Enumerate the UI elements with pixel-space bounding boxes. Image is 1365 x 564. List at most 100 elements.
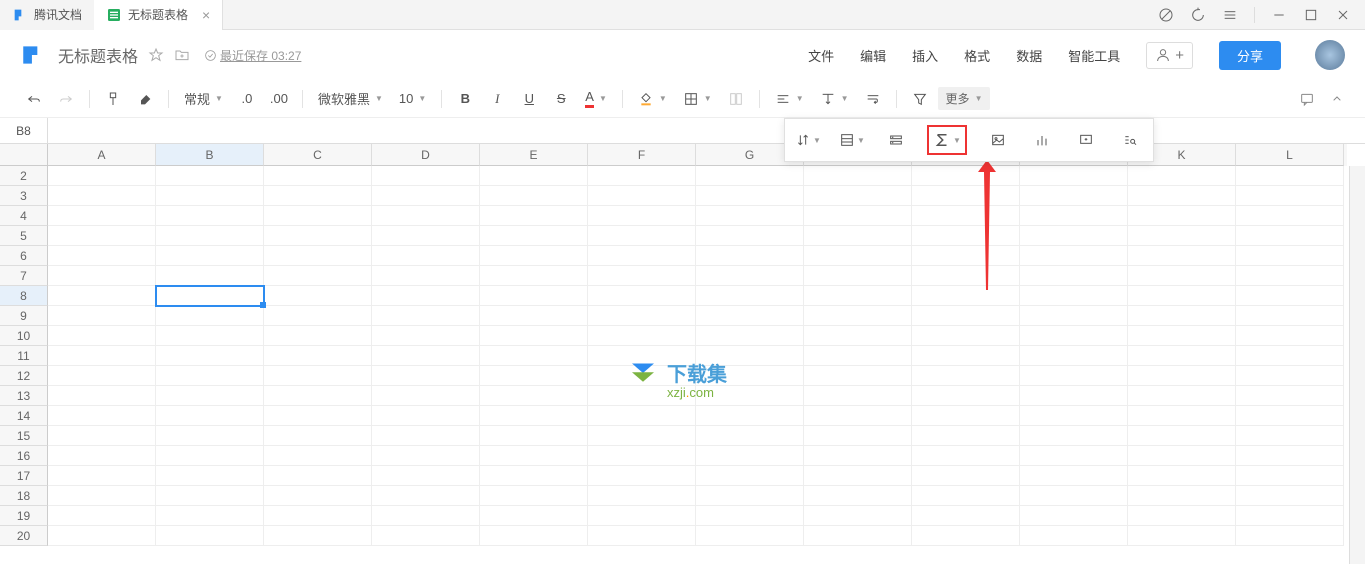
cell[interactable]	[480, 486, 588, 506]
cell[interactable]	[696, 366, 804, 386]
number-format-select[interactable]: 常规▼	[178, 85, 229, 113]
cell[interactable]	[1236, 406, 1344, 426]
cell[interactable]	[1128, 266, 1236, 286]
close-icon[interactable]	[1335, 7, 1351, 23]
menu-file[interactable]: 文件	[808, 46, 834, 65]
cell[interactable]	[804, 366, 912, 386]
cell[interactable]	[156, 326, 264, 346]
insert-comment-button[interactable]	[1073, 127, 1099, 153]
cell[interactable]	[480, 266, 588, 286]
cell[interactable]	[264, 246, 372, 266]
cell[interactable]	[1128, 246, 1236, 266]
cell[interactable]	[696, 526, 804, 546]
cell[interactable]	[912, 526, 1020, 546]
cell[interactable]	[804, 406, 912, 426]
cell[interactable]	[264, 266, 372, 286]
row-header[interactable]: 4	[0, 206, 48, 226]
cell[interactable]	[696, 386, 804, 406]
row-header[interactable]: 19	[0, 506, 48, 526]
cell[interactable]	[156, 266, 264, 286]
cell[interactable]	[48, 506, 156, 526]
cell[interactable]	[264, 466, 372, 486]
cell[interactable]	[696, 226, 804, 246]
cell[interactable]	[804, 306, 912, 326]
cell[interactable]	[696, 406, 804, 426]
document-title[interactable]: 无标题表格	[58, 43, 138, 67]
italic-button[interactable]: I	[483, 85, 511, 113]
cell[interactable]	[480, 286, 588, 306]
cell[interactable]	[48, 286, 156, 306]
cell[interactable]	[804, 166, 912, 186]
cell[interactable]	[264, 366, 372, 386]
cell[interactable]	[1020, 186, 1128, 206]
cell[interactable]	[588, 506, 696, 526]
row-header[interactable]: 13	[0, 386, 48, 406]
cell[interactable]	[696, 346, 804, 366]
minimize-icon[interactable]	[1271, 7, 1287, 23]
cell[interactable]	[1128, 306, 1236, 326]
cell[interactable]	[1020, 386, 1128, 406]
cell[interactable]	[372, 526, 480, 546]
cell[interactable]	[156, 506, 264, 526]
cell[interactable]	[372, 446, 480, 466]
cell[interactable]	[480, 206, 588, 226]
column-header[interactable]: B	[156, 144, 264, 166]
cell[interactable]	[156, 406, 264, 426]
cell[interactable]	[48, 386, 156, 406]
cell[interactable]	[1236, 486, 1344, 506]
cell[interactable]	[588, 326, 696, 346]
cell[interactable]	[588, 426, 696, 446]
cell[interactable]	[912, 506, 1020, 526]
cell[interactable]	[1128, 166, 1236, 186]
cell[interactable]	[696, 486, 804, 506]
row-header[interactable]: 16	[0, 446, 48, 466]
cell[interactable]	[804, 386, 912, 406]
column-header[interactable]: C	[264, 144, 372, 166]
cell[interactable]	[480, 466, 588, 486]
cell[interactable]	[1128, 526, 1236, 546]
cell[interactable]	[264, 486, 372, 506]
cell[interactable]	[696, 286, 804, 306]
cell[interactable]	[1128, 286, 1236, 306]
more-button[interactable]: 更多▼	[938, 87, 991, 110]
cell[interactable]	[912, 206, 1020, 226]
cell[interactable]	[48, 166, 156, 186]
cell[interactable]	[480, 346, 588, 366]
cell[interactable]	[804, 286, 912, 306]
cell[interactable]	[480, 406, 588, 426]
column-header[interactable]: D	[372, 144, 480, 166]
cell[interactable]	[588, 306, 696, 326]
cell[interactable]	[912, 266, 1020, 286]
cell[interactable]	[264, 306, 372, 326]
cell[interactable]	[264, 406, 372, 426]
cell[interactable]	[480, 186, 588, 206]
cell[interactable]	[588, 386, 696, 406]
folder-icon[interactable]	[174, 47, 190, 63]
cell[interactable]	[1128, 426, 1236, 446]
cell[interactable]	[912, 406, 1020, 426]
cell[interactable]	[588, 246, 696, 266]
cell[interactable]	[48, 526, 156, 546]
row-header[interactable]: 11	[0, 346, 48, 366]
row-header[interactable]: 5	[0, 226, 48, 246]
wrap-text-button[interactable]	[859, 85, 887, 113]
cell[interactable]	[48, 266, 156, 286]
cell[interactable]	[264, 206, 372, 226]
cell[interactable]	[696, 266, 804, 286]
cell[interactable]	[48, 486, 156, 506]
cells-area[interactable]	[48, 166, 1347, 564]
clear-format-button[interactable]	[131, 85, 159, 113]
row-header[interactable]: 18	[0, 486, 48, 506]
row-header[interactable]: 2	[0, 166, 48, 186]
cell[interactable]	[372, 206, 480, 226]
cell[interactable]	[264, 226, 372, 246]
cell[interactable]	[1236, 166, 1344, 186]
cell[interactable]	[588, 346, 696, 366]
cell[interactable]	[156, 306, 264, 326]
fill-handle[interactable]	[260, 302, 266, 308]
cell[interactable]	[1236, 286, 1344, 306]
row-header[interactable]: 3	[0, 186, 48, 206]
cell[interactable]	[804, 346, 912, 366]
cell[interactable]	[1236, 526, 1344, 546]
column-header[interactable]: L	[1236, 144, 1344, 166]
